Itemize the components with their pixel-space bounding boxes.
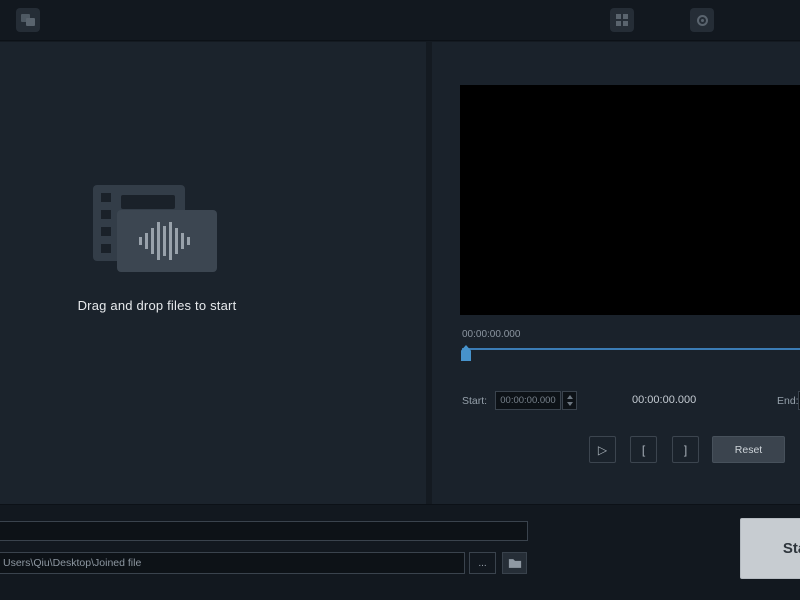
app-logo-icon[interactable]	[16, 8, 40, 32]
spinner-up-icon[interactable]	[566, 395, 573, 399]
settings-icon[interactable]	[690, 8, 714, 32]
reset-button[interactable]: Reset	[712, 436, 785, 463]
output-bar: ... Start	[0, 504, 800, 600]
current-time: 00:00:00.000	[632, 394, 697, 406]
dropzone[interactable]: Drag and drop files to start	[0, 42, 426, 504]
video-preview	[460, 85, 800, 315]
play-button[interactable]: ▷	[589, 436, 616, 463]
audio-waveform-icon	[117, 210, 217, 272]
start-job-button[interactable]: Start	[740, 518, 800, 579]
start-time-input[interactable]	[495, 391, 561, 410]
end-label: End:	[777, 395, 799, 407]
timeline-slider[interactable]	[462, 348, 800, 350]
open-folder-button[interactable]	[502, 552, 527, 574]
set-start-button[interactable]: [	[630, 436, 657, 463]
folder-icon	[508, 558, 521, 568]
set-end-button[interactable]: ]	[672, 436, 699, 463]
media-icons	[53, 182, 261, 298]
output-path-input[interactable]	[0, 552, 465, 574]
output-name-input[interactable]	[0, 521, 528, 541]
spinner-down-icon[interactable]	[566, 402, 573, 406]
dropzone-content: Drag and drop files to start	[53, 182, 261, 313]
grid-icon[interactable]	[610, 8, 634, 32]
start-time-spinner[interactable]	[562, 391, 577, 410]
start-label: Start:	[462, 395, 488, 407]
browse-button[interactable]: ...	[469, 552, 496, 574]
timeline-elapsed-label: 00:00:00.000	[462, 329, 521, 340]
preview-panel: 00:00:00.000 Start: 00:00:00.000 End: ▷ …	[432, 42, 800, 504]
dropzone-message: Drag and drop files to start	[77, 298, 237, 313]
top-toolbar	[0, 0, 800, 41]
app-window: Drag and drop files to start 00:00:00.00…	[0, 0, 800, 600]
